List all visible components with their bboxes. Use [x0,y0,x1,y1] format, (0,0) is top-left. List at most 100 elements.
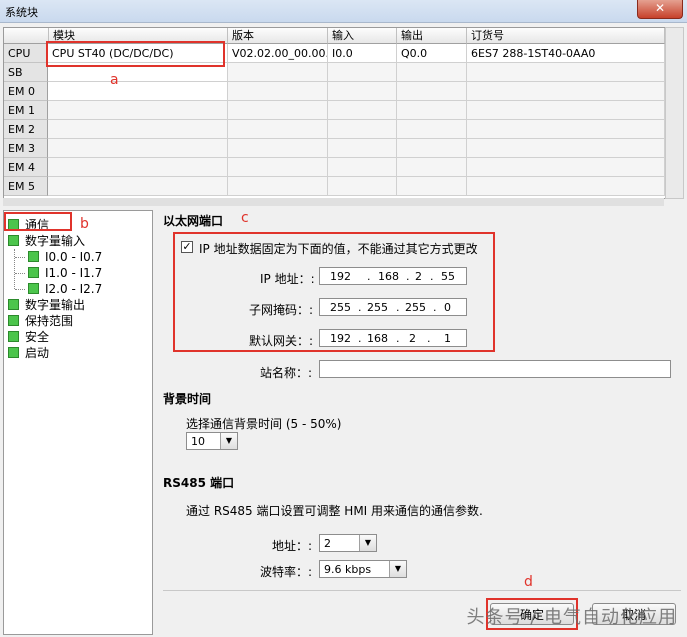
station-name-label: 站名称：: [260,366,313,380]
table-row[interactable]: EM 5 [4,177,665,196]
table-header-version[interactable]: 版本 [228,28,328,44]
node-icon [8,299,19,310]
table-header-input[interactable]: 输入 [328,28,397,44]
table-header-corner [4,28,49,44]
table-row[interactable]: EM 1 [4,101,665,120]
node-icon [28,283,39,294]
input-cell [328,139,397,158]
row-label: SB [4,63,48,82]
row-label: EM 0 [4,82,48,101]
version-cell [228,120,328,139]
input-cell [328,158,397,177]
ip-octet: 2 [415,270,422,283]
settings-tree: 通信 数字量输入 I0.0 - I0.7 I1.0 - I1.7 I2.0 - … [3,210,153,635]
table-row[interactable]: EM 0 [4,82,665,101]
ip-dot: . [367,270,371,283]
table-row[interactable]: EM 2 [4,120,665,139]
tree-item-label: 数字量输出 [25,298,86,312]
order-cell [467,177,665,196]
table-header-order[interactable]: 订货号 [467,28,665,44]
tree-item-retentive[interactable]: 保持范围 [8,313,73,329]
background-time-select[interactable]: 10 ▼ [186,432,238,450]
module-cell[interactable] [48,82,228,101]
gateway-input[interactable]: 192 . 168 . 2 . 1 [319,329,467,347]
module-cell[interactable] [48,158,228,177]
address-select[interactable]: 2 ▼ [319,534,377,552]
tree-item-label: 安全 [25,330,50,344]
table-horizontal-scrollbar[interactable] [3,198,664,206]
subnet-mask-input[interactable]: 255 . 255 . 255 . 0 [319,298,467,316]
select-value: 2 [324,537,331,550]
input-cell [328,177,397,196]
tree-item-i0[interactable]: I0.0 - I0.7 [28,249,102,265]
table-row[interactable]: EM 4 [4,158,665,177]
version-cell [228,63,328,82]
input-cell: I0.0 [328,44,397,63]
module-cell[interactable] [48,101,228,120]
ip-address-input[interactable]: 192 . 168 . 2 . 55 [319,267,467,285]
node-icon [8,331,19,342]
row-label: EM 2 [4,120,48,139]
ip-dot: . [396,332,400,345]
tree-item-digital-input[interactable]: 数字量输入 [8,233,85,249]
output-cell [397,120,467,139]
ip-dot: . [406,270,410,283]
order-cell [467,139,665,158]
order-cell [467,101,665,120]
ip-octet: 255 [367,301,388,314]
ip-dot: . [358,301,362,314]
tree-connector [15,273,25,274]
background-time-label: 选择通信背景时间 (5 - 50%) [186,417,342,431]
tree-item-i1[interactable]: I1.0 - I1.7 [28,265,102,281]
row-label: EM 4 [4,158,48,177]
ip-dot: . [358,332,362,345]
select-value: 9.6 kbps [324,563,372,576]
highlight-box-a [46,41,225,67]
row-label: EM 3 [4,139,48,158]
tree-item-label: 数字量输入 [25,234,86,248]
background-section-title: 背景时间 [163,392,212,406]
baud-rate-select[interactable]: 9.6 kbps ▼ [319,560,407,578]
ip-dot: . [430,270,434,283]
order-cell [467,63,665,82]
module-cell[interactable] [48,120,228,139]
tree-item-startup[interactable]: 启动 [8,345,49,361]
table-vertical-scrollbar[interactable] [665,27,684,199]
node-icon [8,235,19,246]
output-cell [397,101,467,120]
annotation-c: c [241,210,249,226]
annotation-a: a [110,72,119,88]
tree-item-label: 启动 [25,346,50,360]
input-cell [328,63,397,82]
ip-dot: . [433,301,437,314]
subnet-mask-label: 子网掩码：: [249,303,314,317]
version-cell [228,139,328,158]
table-header-output[interactable]: 输出 [397,28,467,44]
output-cell [397,158,467,177]
tree-item-security[interactable]: 安全 [8,329,49,345]
output-cell [397,82,467,101]
order-cell [467,120,665,139]
annotation-d: d [524,574,533,590]
ethernet-section-title: 以太网端口 [163,214,224,228]
version-cell [228,82,328,101]
address-label: 地址：: [272,539,313,553]
output-cell [397,139,467,158]
ip-address-label: IP 地址：: [260,272,315,286]
close-button[interactable]: ✕ [637,0,683,19]
order-cell [467,158,665,177]
fixed-ip-checkbox[interactable]: ✓ [181,241,193,253]
tree-item-i2[interactable]: I2.0 - I2.7 [28,281,102,297]
tree-connector [15,289,25,290]
tree-item-digital-output[interactable]: 数字量输出 [8,297,85,313]
ip-octet: 1 [444,332,451,345]
station-name-input[interactable] [319,360,671,378]
module-cell[interactable] [48,177,228,196]
ip-dot: . [427,332,431,345]
table-row[interactable]: EM 3 [4,139,665,158]
row-label: EM 1 [4,101,48,120]
chevron-down-icon: ▼ [389,561,406,577]
chevron-down-icon: ▼ [359,535,376,551]
version-cell [228,177,328,196]
module-cell[interactable] [48,139,228,158]
